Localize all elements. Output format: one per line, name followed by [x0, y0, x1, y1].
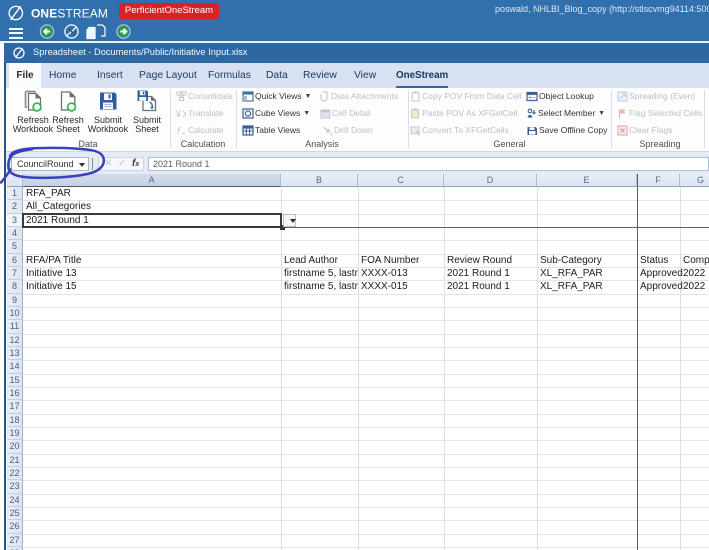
- svg-text:¥: ¥: [176, 109, 182, 119]
- svg-text:x: x: [182, 131, 185, 136]
- svg-text:f: f: [177, 126, 181, 136]
- svg-text:ONESTREAM: ONESTREAM: [31, 6, 108, 20]
